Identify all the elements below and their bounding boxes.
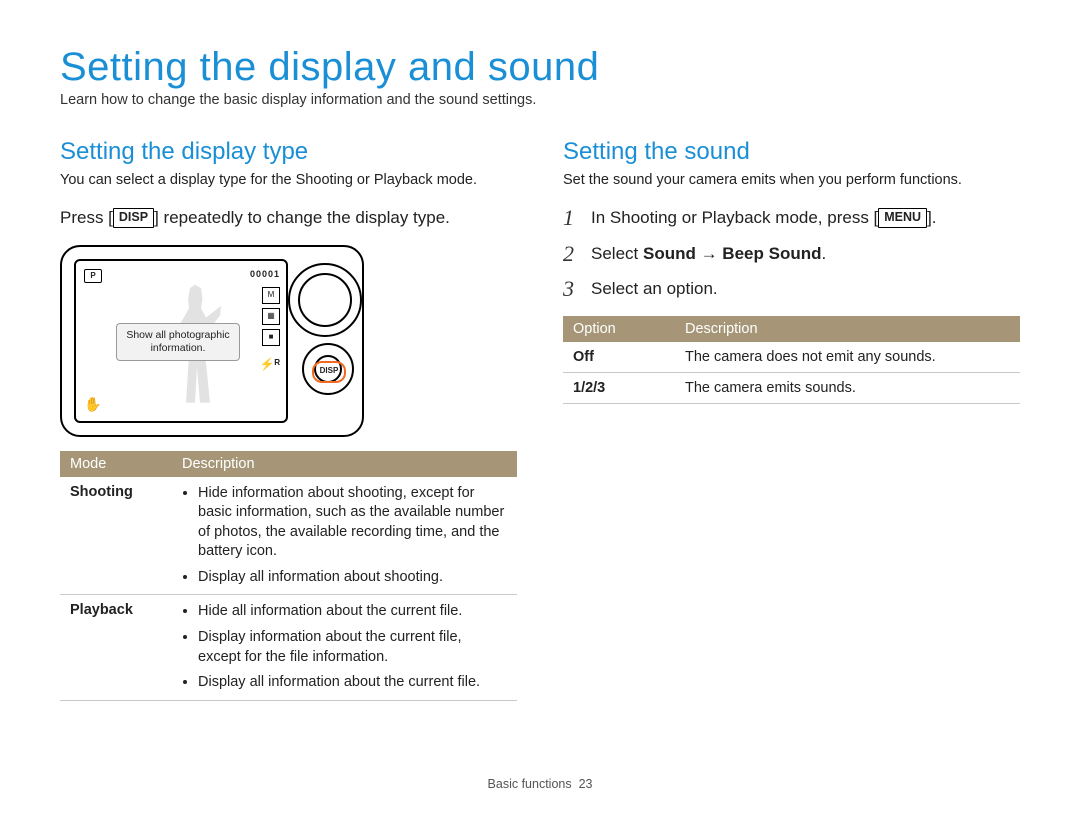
step-text-pre: Select an option.	[591, 279, 718, 298]
list-item: Display all information about shooting.	[198, 568, 507, 588]
mode-cell: Playback	[60, 595, 172, 700]
osd-hand-icon: ✋	[84, 396, 101, 413]
disp-button-highlight: DISP	[312, 361, 346, 383]
menu-keycap: MENU	[878, 208, 927, 228]
table-row: Off The camera does not emit any sounds.	[563, 342, 1020, 373]
step-text-post: .	[821, 244, 826, 263]
page-subtitle: Learn how to change the basic display in…	[60, 92, 1020, 108]
section-lede: Set the sound your camera emits when you…	[563, 172, 1020, 188]
right-column: Setting the sound Set the sound your cam…	[563, 138, 1020, 701]
list-item: Hide information about shooting, except …	[198, 484, 507, 562]
list-item: Display information about the current fi…	[198, 628, 507, 667]
list-item: Display all information about the curren…	[198, 673, 507, 693]
step-text-pre: In Shooting or Playback mode, press [	[591, 208, 878, 227]
table-row: 1/2/3 The camera emits sounds.	[563, 372, 1020, 403]
osd-icon: ■	[262, 329, 280, 346]
table-head-mode: Mode	[60, 451, 172, 477]
section-heading-sound: Setting the sound	[563, 138, 1020, 166]
table-row: Shooting Hide information about shooting…	[60, 477, 517, 595]
osd-shot-counter: 00001	[250, 269, 280, 279]
osd-flash-icon: ⚡ᴿ	[260, 357, 280, 371]
option-cell: Off	[563, 342, 675, 373]
section-heading-display-type: Setting the display type	[60, 138, 517, 166]
step-text-post: ].	[927, 208, 936, 227]
step-text-bold: Sound → Beep Sound	[643, 244, 822, 263]
instr-text-post: ] repeatedly to change the display type.	[154, 208, 450, 227]
option-cell: 1/2/3	[563, 372, 675, 403]
camera-lens-inner	[298, 273, 352, 327]
left-column: Setting the display type You can select …	[60, 138, 517, 701]
desc-cell: Hide information about shooting, except …	[172, 477, 517, 595]
sound-option-table: Option Description Off The camera does n…	[563, 316, 1020, 404]
mode-cell: Shooting	[60, 477, 172, 595]
camera-illustration: 00001 M ▦ ■ ⚡ᴿ ✋ Show all photographic i…	[60, 245, 360, 433]
desc-cell: The camera does not emit any sounds.	[675, 342, 1020, 373]
footer-section: Basic functions	[488, 777, 572, 791]
table-head-description: Description	[172, 451, 517, 477]
page-title: Setting the display and sound	[60, 45, 1020, 90]
instr-text-pre: Press [	[60, 208, 113, 227]
page-footer: Basic functions 23	[0, 777, 1080, 791]
footer-page-number: 23	[579, 777, 593, 791]
disp-keycap: DISP	[113, 208, 154, 228]
list-item: Hide all information about the current f…	[198, 602, 507, 622]
desc-cell: The camera emits sounds.	[675, 372, 1020, 403]
step-text-pre: Select	[591, 244, 643, 263]
step-item: Select an option.	[563, 277, 1020, 302]
columns: Setting the display type You can select …	[60, 138, 1020, 701]
camera-screen: 00001 M ▦ ■ ⚡ᴿ ✋ Show all photographic i…	[74, 259, 288, 423]
desc-cell: Hide all information about the current f…	[172, 595, 517, 700]
section-lede: You can select a display type for the Sh…	[60, 172, 517, 188]
table-head-description: Description	[675, 316, 1020, 342]
table-head-option: Option	[563, 316, 675, 342]
display-type-table: Mode Description Shooting Hide informati…	[60, 451, 517, 701]
osd-right-icons: M ▦ ■	[262, 287, 280, 350]
osd-mode-icon	[84, 269, 102, 283]
sound-steps: In Shooting or Playback mode, press [MEN…	[563, 206, 1020, 302]
osd-icon: ▦	[262, 308, 280, 325]
osd-icon: M	[262, 287, 280, 304]
manual-page: Setting the display and sound Learn how …	[0, 0, 1080, 815]
step-item: Select Sound → Beep Sound.	[563, 242, 1020, 267]
table-row: Playback Hide all information about the …	[60, 595, 517, 700]
screen-callout: Show all photographic information.	[116, 323, 240, 361]
step-item: In Shooting or Playback mode, press [MEN…	[563, 206, 1020, 231]
press-disp-instruction: Press [DISP] repeatedly to change the di…	[60, 206, 517, 231]
